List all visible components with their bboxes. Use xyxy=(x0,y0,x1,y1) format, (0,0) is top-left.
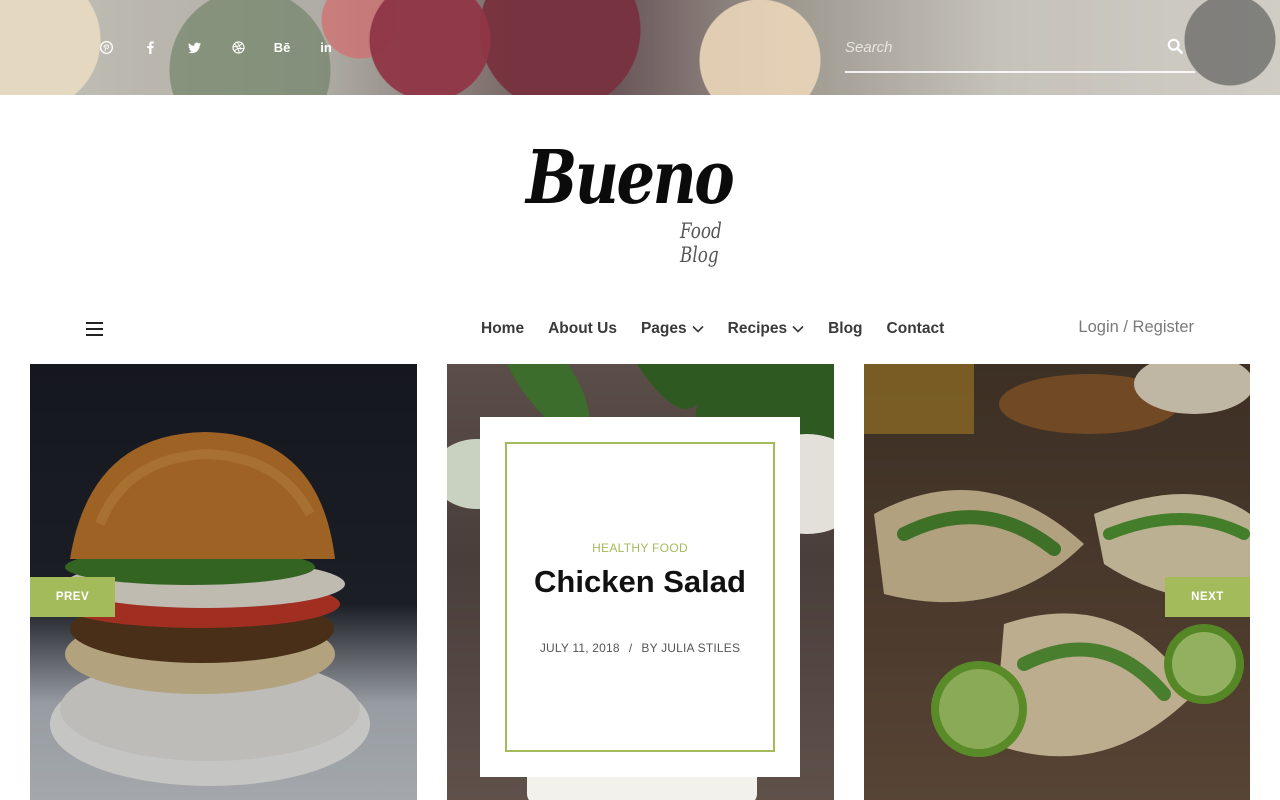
site-logo[interactable]: Bueno Food Blog xyxy=(520,135,760,267)
nav-item-recipes[interactable]: Recipes xyxy=(728,320,804,338)
logo-tagline: Food Blog xyxy=(680,219,722,267)
prev-button[interactable]: PREV xyxy=(30,577,115,617)
chevron-down-icon xyxy=(692,325,704,333)
behance-icon[interactable]: Bē xyxy=(272,37,292,57)
featured-post-frame: HEALTHY FOOD Chicken Salad JULY 11, 2018… xyxy=(505,442,775,752)
nav-item-home[interactable]: Home xyxy=(481,320,524,338)
pinterest-icon[interactable] xyxy=(96,37,116,57)
nav-item-about-us[interactable]: About Us xyxy=(548,320,617,338)
post-title[interactable]: Chicken Salad xyxy=(507,564,773,600)
linkedin-icon[interactable]: in xyxy=(316,37,336,57)
social-links: Bē in xyxy=(96,37,360,57)
facebook-icon[interactable] xyxy=(140,37,160,57)
post-meta: JULY 11, 2018 / BY JULIA STILES xyxy=(507,641,773,655)
main-nav: Home About Us Pages Recipes Blog Contact xyxy=(481,318,968,340)
meta-separator: / xyxy=(628,641,633,655)
hamburger-menu-icon[interactable] xyxy=(86,322,103,336)
top-bar: Bē in xyxy=(0,0,1280,95)
logo-name: Bueno xyxy=(526,135,735,221)
search-input[interactable] xyxy=(845,30,1155,64)
twitter-icon[interactable] xyxy=(184,37,204,57)
nav-item-pages[interactable]: Pages xyxy=(641,320,704,338)
post-category[interactable]: HEALTHY FOOD xyxy=(507,541,773,555)
login-register-link[interactable]: Login / Register xyxy=(1078,318,1194,337)
dribbble-icon[interactable] xyxy=(228,37,248,57)
search-box xyxy=(845,30,1195,73)
chevron-down-icon xyxy=(792,325,804,333)
post-author[interactable]: BY JULIA STILES xyxy=(641,641,740,655)
nav-item-blog[interactable]: Blog xyxy=(828,320,862,338)
nav-item-contact[interactable]: Contact xyxy=(887,320,945,338)
search-icon[interactable] xyxy=(1167,38,1183,54)
featured-post-card[interactable]: HEALTHY FOOD Chicken Salad JULY 11, 2018… xyxy=(480,417,800,777)
next-button[interactable]: NEXT xyxy=(1165,577,1250,617)
post-date: JULY 11, 2018 xyxy=(539,641,620,655)
